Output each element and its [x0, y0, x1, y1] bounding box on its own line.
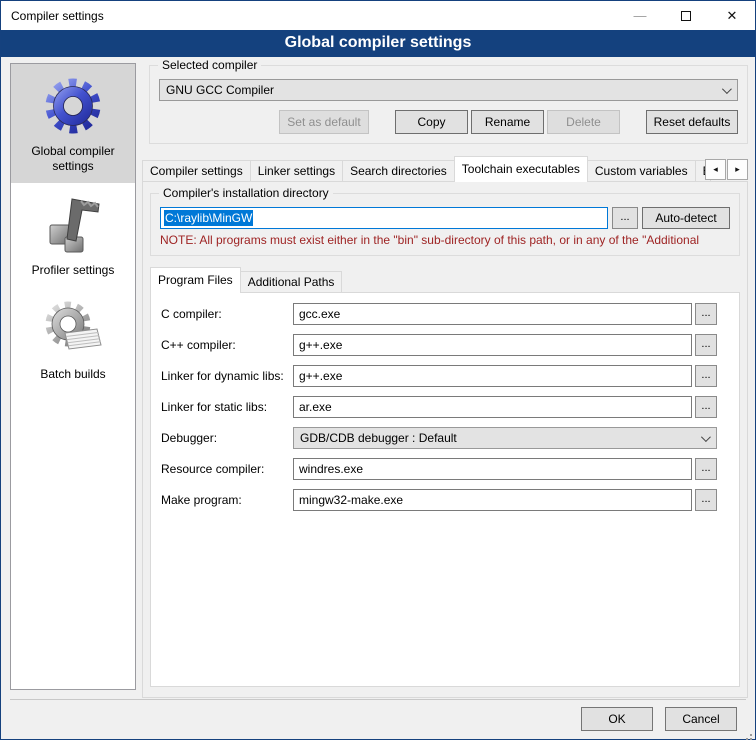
resource-compiler-browse-button[interactable]: ...	[695, 458, 717, 480]
field-label: Linker for dynamic libs:	[161, 369, 293, 383]
install-dir-selected-text: C:\raylib\MinGW	[164, 210, 253, 226]
installation-directory-row: C:\raylib\MinGW ... Auto-detect	[160, 207, 730, 229]
tab-scroll-buttons: ◂ ▸	[705, 159, 748, 180]
field-row-cpp-compiler: C++ compiler: ...	[161, 334, 717, 356]
settings-tabstrip: Compiler settings Linker settings Search…	[142, 156, 748, 182]
bin-subdirectory-note: NOTE: All programs must exist either in …	[160, 233, 730, 247]
program-files-tabstrip: Program Files Additional Paths	[150, 268, 740, 293]
debugger-select-value: GDB/CDB debugger : Default	[300, 431, 701, 445]
make-program-browse-button[interactable]: ...	[695, 489, 717, 511]
window-title: Compiler settings	[1, 9, 617, 23]
tab-search-directories[interactable]: Search directories	[342, 160, 455, 182]
toolchain-executables-page: Compiler's installation directory C:\ray…	[142, 181, 748, 698]
resize-grip-icon[interactable]	[750, 734, 752, 736]
blue-gear-icon	[41, 74, 105, 138]
field-label: Resource compiler:	[161, 462, 293, 476]
page-title: Global compiler settings	[1, 30, 755, 57]
c-compiler-browse-button[interactable]: ...	[695, 303, 717, 325]
compiler-select[interactable]: GNU GCC Compiler	[159, 79, 738, 101]
maximize-button[interactable]	[663, 1, 709, 30]
program-files-page: C compiler: ... C++ compiler: ... Linker…	[150, 292, 740, 687]
linker-dynamic-input[interactable]	[293, 365, 692, 387]
selected-compiler-group: Selected compiler GNU GCC Compiler Set a…	[149, 65, 748, 144]
arrow-left-icon: ◂	[713, 164, 718, 174]
reset-defaults-button[interactable]: Reset defaults	[646, 110, 738, 134]
footer-divider	[10, 699, 746, 700]
resource-compiler-input[interactable]	[293, 458, 692, 480]
tab-scroll-right-button[interactable]: ▸	[727, 159, 748, 180]
tab-custom-variables[interactable]: Custom variables	[587, 160, 696, 182]
arrow-right-icon: ▸	[735, 164, 740, 174]
delete-button[interactable]: Delete	[547, 110, 620, 134]
compiler-actions: Set as default Copy Rename Delete Reset …	[159, 110, 738, 134]
install-dir-browse-button[interactable]: ...	[612, 207, 638, 229]
field-label: Make program:	[161, 493, 293, 507]
field-row-linker-static: Linker for static libs: ...	[161, 396, 717, 418]
sidebar-item-label: Profiler settings	[14, 263, 132, 278]
make-program-input[interactable]	[293, 489, 692, 511]
field-row-linker-dynamic: Linker for dynamic libs: ...	[161, 365, 717, 387]
footer: OK Cancel	[581, 707, 737, 731]
minimize-icon: —	[634, 8, 647, 23]
field-label: C compiler:	[161, 307, 293, 321]
linker-dynamic-browse-button[interactable]: ...	[695, 365, 717, 387]
close-icon: ✕	[727, 8, 738, 24]
auto-detect-button[interactable]: Auto-detect	[642, 207, 730, 229]
group-legend: Selected compiler	[158, 58, 261, 72]
tab-additional-paths[interactable]: Additional Paths	[240, 271, 343, 293]
gear-stack-icon	[41, 297, 105, 361]
close-button[interactable]: ✕	[709, 1, 755, 30]
field-row-debugger: Debugger: GDB/CDB debugger : Default	[161, 427, 717, 449]
rename-button[interactable]: Rename	[471, 110, 544, 134]
field-row-c-compiler: C compiler: ...	[161, 303, 717, 325]
linker-static-browse-button[interactable]: ...	[695, 396, 717, 418]
compiler-settings-window: { "window": { "title": "Compiler setting…	[0, 0, 756, 740]
ok-button[interactable]: OK	[581, 707, 653, 731]
tab-linker-settings[interactable]: Linker settings	[250, 160, 343, 182]
install-dir-input[interactable]: C:\raylib\MinGW	[160, 207, 608, 229]
content-panel: Selected compiler GNU GCC Compiler Set a…	[142, 63, 748, 698]
caliper-icon	[41, 193, 105, 257]
tab-compiler-settings[interactable]: Compiler settings	[142, 160, 251, 182]
maximize-icon	[681, 11, 691, 21]
field-row-make-program: Make program: ...	[161, 489, 717, 511]
linker-static-input[interactable]	[293, 396, 692, 418]
titlebar: Compiler settings — ✕	[1, 1, 755, 30]
field-row-resource-compiler: Resource compiler: ...	[161, 458, 717, 480]
sidebar-item-batch-builds[interactable]: Batch builds	[11, 287, 135, 391]
chevron-down-icon	[722, 84, 732, 94]
sidebar-item-profiler-settings[interactable]: Profiler settings	[11, 183, 135, 287]
c-compiler-input[interactable]	[293, 303, 692, 325]
tab-scroll-left-button[interactable]: ◂	[705, 159, 726, 180]
cpp-compiler-input[interactable]	[293, 334, 692, 356]
copy-button[interactable]: Copy	[395, 110, 468, 134]
tab-toolchain-executables[interactable]: Toolchain executables	[454, 156, 588, 182]
compiler-select-value: GNU GCC Compiler	[166, 83, 722, 97]
cancel-button[interactable]: Cancel	[665, 707, 737, 731]
field-label: Linker for static libs:	[161, 400, 293, 414]
field-label: C++ compiler:	[161, 338, 293, 352]
chevron-down-icon	[701, 432, 711, 442]
minimize-button[interactable]: —	[617, 1, 663, 30]
main-area: Global compiler settings Profiler settin…	[1, 57, 755, 698]
sidebar-item-label: Batch builds	[14, 367, 132, 382]
cpp-compiler-browse-button[interactable]: ...	[695, 334, 717, 356]
set-as-default-button[interactable]: Set as default	[279, 110, 369, 134]
installation-directory-group: Compiler's installation directory C:\ray…	[150, 193, 740, 256]
sidebar-item-global-compiler-settings[interactable]: Global compiler settings	[11, 64, 135, 183]
settings-sidebar: Global compiler settings Profiler settin…	[10, 63, 136, 690]
sidebar-item-label: Global compiler settings	[14, 144, 132, 174]
tab-program-files[interactable]: Program Files	[150, 267, 241, 293]
field-label: Debugger:	[161, 431, 293, 445]
debugger-select[interactable]: GDB/CDB debugger : Default	[293, 427, 717, 449]
group-legend: Compiler's installation directory	[159, 186, 333, 200]
